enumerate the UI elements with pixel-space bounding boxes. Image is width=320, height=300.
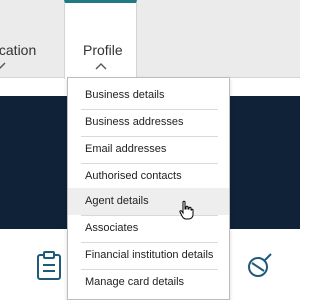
tab-communication-label: nication (0, 42, 37, 58)
hand-pointer-icon (179, 200, 194, 220)
tab-profile[interactable]: Profile (64, 0, 137, 79)
menu-item-business-addresses[interactable]: Business addresses (68, 109, 229, 136)
menu-item-email-addresses[interactable]: Email addresses (68, 136, 229, 163)
tab-communication[interactable]: nication (0, 0, 50, 78)
tab-profile-label: Profile (83, 42, 123, 58)
search-icon[interactable] (244, 251, 274, 281)
menu-item-manage-card-details[interactable]: Manage card details (68, 269, 229, 296)
clipboard-icon[interactable] (34, 251, 64, 281)
menu-item-associates[interactable]: Associates (68, 215, 229, 242)
chevron-down-icon (0, 62, 6, 69)
page: nication Profile Business details (0, 0, 300, 300)
profile-dropdown-menu: Business details Business addresses Emai… (67, 77, 230, 300)
menu-item-agent-details[interactable]: Agent details (68, 188, 229, 215)
top-nav-bar: nication Profile (0, 0, 300, 79)
menu-item-financial-institution-details[interactable]: Financial institution details (68, 242, 229, 269)
menu-item-authorised-contacts[interactable]: Authorised contacts (68, 163, 229, 190)
menu-item-business-details[interactable]: Business details (68, 82, 229, 109)
chevron-up-icon (95, 63, 107, 70)
